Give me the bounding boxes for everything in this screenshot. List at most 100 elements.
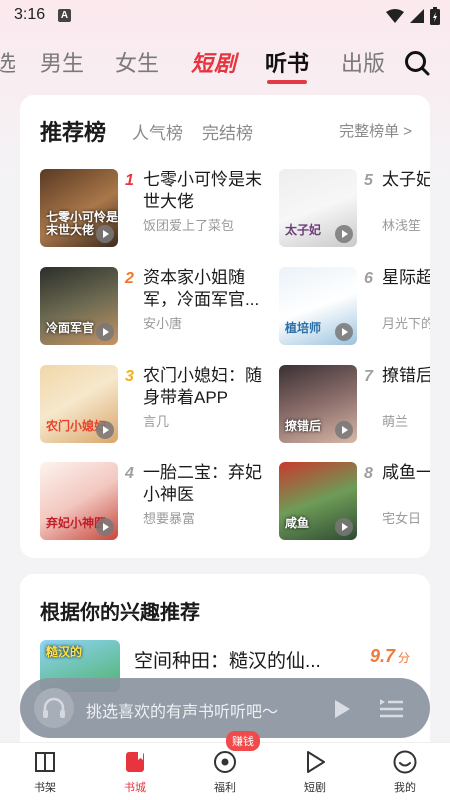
full-ranking-link[interactable]: 完整榜单 > xyxy=(339,120,412,141)
book-author: 安小唐 xyxy=(143,316,183,331)
audio-mini-player[interactable]: 挑选喜欢的有声书听听吧～ xyxy=(20,678,430,738)
rank-number: 2 xyxy=(125,270,134,287)
tab-popular[interactable]: 人气榜 xyxy=(132,119,183,144)
tab-completed[interactable]: 完结榜 xyxy=(202,119,253,144)
cover-title: 冷面军官 xyxy=(46,320,95,335)
play-icon xyxy=(96,518,114,536)
welfare-icon xyxy=(214,751,236,773)
play-icon xyxy=(96,225,114,243)
rank-number: 4 xyxy=(125,465,134,482)
top-tab-bar: 选 男生 女生 短剧 听书 出版 xyxy=(0,40,450,86)
tab-audiobook[interactable]: 听书 xyxy=(265,46,309,78)
book-author: 林浅笙 xyxy=(382,218,422,233)
wifi-icon xyxy=(386,9,404,23)
book-cover: 撩错后 xyxy=(279,365,357,443)
book-cover: 七零小可怜是末世大佬 xyxy=(40,169,118,247)
book-score: 9.7 分 xyxy=(370,646,410,667)
rank-number: 8 xyxy=(364,465,373,482)
player-placeholder: 挑选喜欢的有声书听听吧～ xyxy=(86,704,279,721)
score-unit: 分 xyxy=(397,651,410,665)
book-cover: 太子妃 xyxy=(279,169,357,247)
book-title: 咸鱼一生活 xyxy=(382,463,430,482)
nav-label: 福利 xyxy=(214,782,236,794)
ranking-item[interactable]: 冷面军官 2 资本家小姐随军，冷面军官... 安小唐 xyxy=(40,267,280,345)
cover-title: 植培师 xyxy=(285,320,322,335)
rank-number: 7 xyxy=(364,368,373,385)
book-title: 农门小媳妇：随身带着APP xyxy=(143,366,262,407)
play-icon xyxy=(335,518,353,536)
notification-icon: A xyxy=(58,9,71,22)
book-cover: 咸鱼 xyxy=(279,462,357,540)
book-title: 一胎二宝：弃妃小神医 xyxy=(143,463,262,504)
ranking-item[interactable]: 农门小媳妇 3 农门小媳妇：随身带着APP 言几 xyxy=(40,365,280,443)
nav-bookshelf[interactable]: 书架 xyxy=(15,749,75,795)
ranking-item[interactable]: 植培师 6 星际超 月光下的 xyxy=(279,267,430,345)
book-author: 月光下的 xyxy=(382,316,430,331)
ranking-header: 推荐榜 人气榜 完结榜 完整榜单 > xyxy=(40,115,412,146)
drama-play-icon xyxy=(307,751,325,773)
cover-title: 撩错后 xyxy=(285,418,322,433)
book-cover: 植培师 xyxy=(279,267,357,345)
nav-label: 短剧 xyxy=(304,782,326,794)
status-bar: 3:16 A xyxy=(0,0,450,32)
book-title: 星际超 xyxy=(382,268,430,287)
ranking-item[interactable]: 咸鱼 8 咸鱼一生活 宅女日 xyxy=(279,462,430,540)
play-button[interactable] xyxy=(332,698,352,720)
play-icon xyxy=(335,421,353,439)
status-icons xyxy=(386,7,440,25)
rank-number: 6 xyxy=(364,270,373,287)
tab-featured[interactable]: 选 xyxy=(0,46,16,78)
bottom-nav: 书架 书城 福利 赚钱 短剧 我的 xyxy=(0,731,450,800)
book-author: 饭团爱上了菜包 xyxy=(143,218,235,233)
ranking-item[interactable]: 撩错后 7 撩错后男小叔 萌兰 xyxy=(279,365,430,443)
book-title: 七零小可怜是末世大佬 xyxy=(143,170,262,211)
battery-icon xyxy=(430,7,440,25)
ranking-item[interactable]: 七零小可怜是末世大佬 1 七零小可怜是末世大佬 饭团爱上了菜包 xyxy=(40,169,280,247)
earn-money-badge: 赚钱 xyxy=(226,731,260,751)
bookstore-icon xyxy=(126,752,144,772)
nav-label: 书架 xyxy=(34,782,56,794)
book-author: 想要暴富 xyxy=(143,511,196,526)
nav-label: 书城 xyxy=(124,782,146,794)
bookshelf-icon xyxy=(35,752,55,772)
book-title: 资本家小姐随军，冷面军官... xyxy=(143,268,260,309)
nav-short-drama[interactable]: 短剧 xyxy=(285,749,345,795)
book-title: 太子妃佬 xyxy=(382,170,430,189)
nav-welfare[interactable]: 福利 xyxy=(195,749,255,795)
play-icon xyxy=(335,225,353,243)
rank-number: 3 xyxy=(125,368,134,385)
headphones-icon xyxy=(34,688,74,728)
book-author: 萌兰 xyxy=(382,414,409,429)
book-cover: 冷面军官 xyxy=(40,267,118,345)
rank-number: 5 xyxy=(364,172,373,189)
profile-smile-icon xyxy=(393,750,417,774)
tab-male[interactable]: 男生 xyxy=(40,46,84,78)
active-tab-indicator xyxy=(267,80,307,84)
interest-title: 根据你的兴趣推荐 xyxy=(40,600,200,624)
book-title[interactable]: 空间种田：糙汉的仙... xyxy=(134,646,321,673)
ranking-title: 推荐榜 xyxy=(40,120,107,146)
cover-title: 咸鱼 xyxy=(285,515,310,530)
search-icon[interactable] xyxy=(404,50,430,76)
play-icon xyxy=(96,323,114,341)
book-title: 撩错后男小叔 xyxy=(382,366,430,385)
cover-title: 太子妃 xyxy=(285,222,322,237)
book-author: 言几 xyxy=(143,414,170,429)
ranking-card: 推荐榜 人气榜 完结榜 完整榜单 > 七零小可怜是末世大佬 1 七零小可怜是末世… xyxy=(20,95,430,558)
book-cover: 农门小媳妇 xyxy=(40,365,118,443)
play-icon xyxy=(335,323,353,341)
ranking-item[interactable]: 太子妃 5 太子妃佬 林浅笙 xyxy=(279,169,430,247)
ranking-item[interactable]: 弃妃小神医 4 一胎二宝：弃妃小神医 想要暴富 xyxy=(40,462,280,540)
tab-publishing[interactable]: 出版 xyxy=(341,46,385,78)
rank-number: 1 xyxy=(125,172,134,189)
signal-icon xyxy=(410,9,424,23)
nav-label: 我的 xyxy=(394,782,416,794)
book-author: 宅女日 xyxy=(382,511,422,526)
nav-profile[interactable]: 我的 xyxy=(375,749,435,795)
playlist-icon[interactable] xyxy=(378,696,404,720)
play-icon xyxy=(96,421,114,439)
cover-title: 糙汉的 xyxy=(46,645,83,659)
tab-female[interactable]: 女生 xyxy=(115,46,159,78)
tab-short-drama[interactable]: 短剧 xyxy=(191,46,237,78)
nav-bookstore[interactable]: 书城 xyxy=(105,749,165,795)
